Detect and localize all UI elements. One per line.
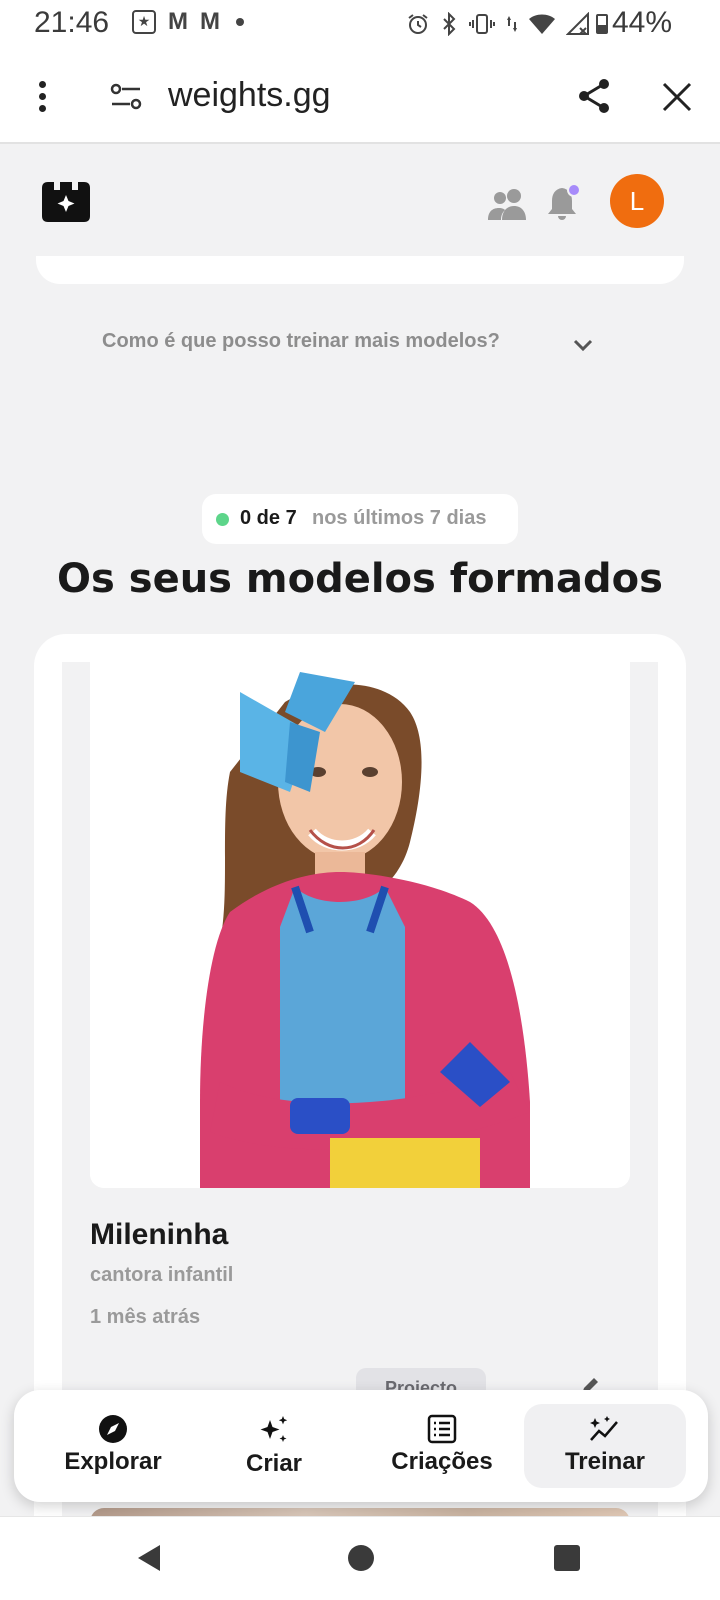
recent-apps-icon[interactable]	[554, 1545, 580, 1571]
menu-icon[interactable]	[30, 78, 54, 118]
weights-logo-icon[interactable]	[40, 180, 92, 224]
model-time: 1 mês atrás	[90, 1306, 201, 1328]
wifi-icon	[529, 14, 555, 34]
list-icon	[427, 1414, 457, 1444]
gmail-icon: M	[168, 8, 188, 35]
compass-icon	[99, 1415, 127, 1443]
back-icon[interactable]	[136, 1543, 162, 1573]
avatar[interactable]: L	[610, 174, 664, 228]
nav-label: Criações	[391, 1448, 493, 1475]
bell-icon[interactable]	[546, 182, 582, 222]
close-icon[interactable]	[660, 80, 694, 114]
bottom-navigation: Explorar Criar Criações Treinar	[14, 1390, 708, 1502]
battery-percent: 44%	[612, 6, 673, 39]
model-description: cantora infantil	[90, 1264, 234, 1286]
nav-criar[interactable]: Criar	[204, 1404, 344, 1488]
site-settings-icon[interactable]	[110, 82, 142, 112]
star-notification-icon: ★	[132, 10, 156, 34]
dot-icon	[236, 18, 244, 26]
status-time: 21:46	[34, 6, 110, 39]
url-text[interactable]: weights.gg	[168, 76, 331, 115]
nav-criacoes[interactable]: Criações	[360, 1404, 524, 1488]
previous-card-bottom	[36, 256, 684, 284]
friends-icon[interactable]	[486, 186, 530, 222]
alarm-icon	[408, 14, 428, 34]
vibrate-icon	[469, 14, 495, 34]
model-name[interactable]: Mileninha	[90, 1218, 228, 1252]
system-icons	[406, 12, 590, 36]
home-icon[interactable]	[348, 1545, 374, 1571]
faq-question[interactable]: Como é que posso treinar mais modelos?	[102, 330, 500, 353]
bluetooth-icon	[443, 12, 456, 36]
model-photo[interactable]	[90, 662, 630, 1188]
model-photo-image	[90, 662, 630, 1188]
share-icon[interactable]	[574, 76, 614, 116]
usage-period: nos últimos 7 dias	[312, 507, 487, 529]
status-dot	[216, 513, 229, 526]
data-icon	[507, 16, 517, 32]
battery-icon	[596, 14, 608, 34]
status-bar: 21:46 ★ M M 44%	[0, 0, 720, 50]
site-header: L	[0, 146, 720, 256]
chevron-down-icon[interactable]	[572, 336, 594, 354]
browser-toolbar: weights.gg	[0, 50, 720, 144]
signal-icon	[566, 12, 589, 35]
gmail-icon: M	[200, 8, 220, 35]
nav-label: Treinar	[564, 1448, 646, 1475]
sparkles-icon	[260, 1416, 288, 1442]
nav-treinar[interactable]: Treinar	[524, 1404, 686, 1488]
notification-icons: ★ M M	[132, 10, 244, 34]
usage-badge: 0 de 7 nos últimos 7 dias	[202, 494, 518, 544]
section-title: Os seus modelos formados	[57, 556, 663, 602]
nav-explorar[interactable]: Explorar	[34, 1404, 192, 1488]
system-navigation-bar	[0, 1516, 720, 1600]
nav-label: Criar	[245, 1450, 303, 1477]
train-chart-icon	[590, 1416, 618, 1441]
nav-label: Explorar	[64, 1448, 162, 1475]
usage-count: 0 de 7	[240, 507, 297, 529]
